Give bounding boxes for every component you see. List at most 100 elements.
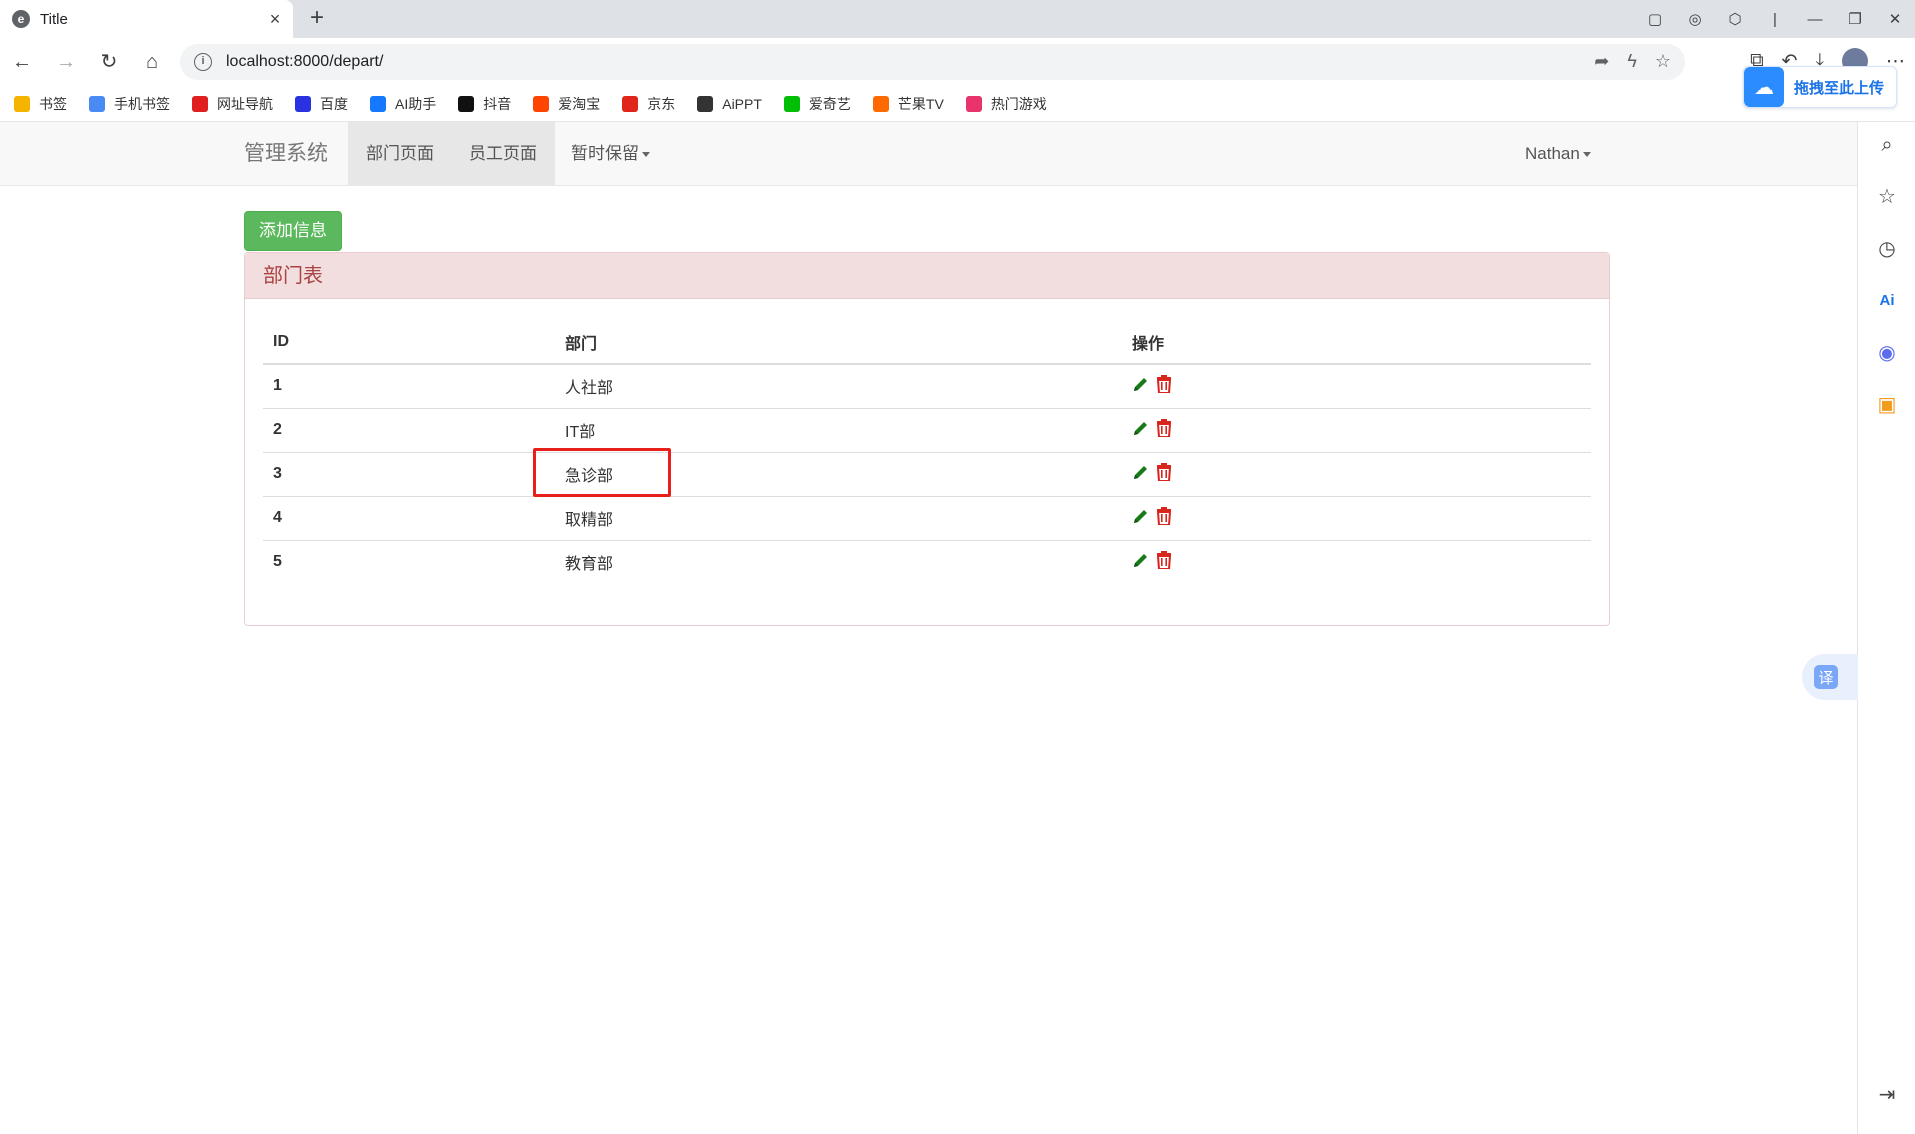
bookmark-item[interactable]: 爱奇艺 — [783, 94, 851, 114]
bookmark-item[interactable]: 手机书签 — [89, 94, 170, 114]
chevron-down-icon — [642, 152, 650, 158]
nav-depart[interactable]: 部门页面 — [348, 122, 452, 186]
cell-id: 3 — [263, 452, 555, 497]
bookmark-favicon-icon — [697, 95, 714, 112]
cell-id: 1 — [263, 364, 555, 409]
cell-depart-name: 取精部 — [555, 496, 1122, 541]
separator: | — [1773, 10, 1777, 28]
cell-id: 2 — [263, 408, 555, 453]
bookmark-favicon-icon — [192, 95, 208, 112]
cell-ops — [1122, 452, 1591, 497]
bookmark-label: AI助手 — [395, 95, 437, 112]
bookmark-favicon-icon — [14, 95, 30, 112]
extension-icon[interactable]: ⬡ — [1715, 10, 1755, 28]
table-row: 3 急诊部 — [263, 452, 1591, 497]
highlight-box — [533, 448, 671, 497]
table-header-row: ID 部门 操作 — [263, 321, 1591, 365]
bookmark-label: 百度 — [320, 95, 348, 112]
delete-icon[interactable] — [1156, 374, 1172, 398]
url-text[interactable]: localhost:8000/depart/ — [226, 53, 383, 71]
delete-icon[interactable] — [1156, 462, 1172, 486]
close-window-icon[interactable]: ✕ — [1875, 10, 1915, 28]
delete-icon[interactable] — [1156, 506, 1172, 530]
nav-reserved-dropdown[interactable]: 暂时保留 — [553, 122, 668, 186]
bookmark-label: 爱奇艺 — [808, 95, 851, 112]
forward-icon[interactable]: → — [52, 48, 80, 76]
bookmark-favicon-icon — [89, 95, 105, 112]
bookmark-item[interactable]: 抖音 — [458, 94, 511, 114]
back-icon[interactable]: ← — [8, 48, 36, 76]
table-row: 2 IT部 — [263, 408, 1591, 453]
bookmark-item[interactable]: 网址导航 — [192, 94, 273, 114]
cell-ops — [1122, 364, 1591, 409]
incognito-icon[interactable]: ◎ — [1675, 10, 1715, 28]
tab-bar: e Title × + ▢ ◎ ⬡ | — ❐ ✕ — [0, 0, 1915, 38]
collapse-icon[interactable]: ⇥ — [1874, 1082, 1900, 1108]
bookmark-label: 网址导航 — [217, 95, 273, 112]
maximize-icon[interactable]: ❐ — [1835, 10, 1875, 28]
cell-depart-name: 教育部 — [565, 556, 614, 574]
window-controls: ▢ ◎ ⬡ | — ❐ ✕ — [1635, 0, 1915, 38]
depart-panel: 部门表 ID 部门 操作 1 人社部 2 IT部 3 急诊部 4 取精部 5 教育部 — [244, 252, 1610, 626]
new-tab-button[interactable]: + — [304, 6, 330, 32]
clock-icon[interactable]: ◷ — [1874, 236, 1900, 262]
cloud-icon: ☁ — [1744, 67, 1784, 107]
search-icon[interactable]: ⌕ — [1874, 132, 1900, 158]
bookmark-label: 芒果TV — [897, 95, 944, 112]
bookmark-item[interactable]: 京东 — [622, 94, 675, 114]
site-info-icon[interactable]: i — [194, 53, 212, 71]
bookmark-item[interactable]: 芒果TV — [872, 94, 944, 114]
share-icon[interactable]: ➦ — [1594, 51, 1609, 72]
bookmark-item[interactable]: 爱淘宝 — [533, 94, 600, 114]
nav-employee[interactable]: 员工页面 — [451, 122, 555, 186]
table-row: 1 人社部 — [263, 364, 1591, 409]
bookmark-favicon-icon — [965, 95, 982, 112]
tab-title: Title — [40, 10, 68, 28]
minimize-icon[interactable]: — — [1795, 11, 1835, 28]
upload-dropzone[interactable]: ☁ 拖拽至此上传 — [1743, 66, 1897, 108]
bookmark-favicon-icon — [783, 95, 800, 112]
nav-reserved-label: 暂时保留 — [571, 144, 639, 163]
browser-toolbar: ← → ↻ ⌂ i localhost:8000/depart/ ➦ ϟ ☆ ⧉… — [0, 38, 1915, 86]
user-dropdown[interactable]: Nathan — [1507, 122, 1609, 186]
panel-title: 部门表 — [245, 253, 1609, 299]
star-icon[interactable]: ☆ — [1874, 184, 1900, 210]
browser-tab[interactable]: e Title × — [0, 0, 293, 38]
cell-depart-name: IT部 — [555, 408, 1122, 453]
address-bar[interactable]: i localhost:8000/depart/ ➦ ϟ ☆ — [180, 44, 1685, 80]
translate-icon: 译 — [1814, 665, 1838, 689]
reader-icon[interactable]: ▢ — [1635, 10, 1675, 28]
add-info-button[interactable]: 添加信息 — [244, 211, 342, 251]
translate-float-button[interactable]: 译 — [1802, 654, 1858, 700]
cell-id: 5 — [273, 553, 282, 571]
bookmark-favicon-icon — [533, 95, 550, 112]
reload-icon[interactable]: ↻ — [95, 48, 123, 76]
bookmark-item[interactable]: 百度 — [295, 94, 348, 114]
delete-icon[interactable] — [1156, 418, 1172, 442]
ai-icon[interactable]: Ai — [1874, 288, 1900, 314]
edit-icon[interactable] — [1132, 419, 1150, 442]
edit-icon[interactable] — [1132, 463, 1150, 486]
tab-close-icon[interactable]: × — [265, 9, 285, 30]
bookmark-favicon-icon — [872, 95, 889, 112]
edit-icon[interactable] — [1132, 551, 1150, 574]
bookmark-label: 书签 — [39, 95, 67, 112]
edit-icon[interactable] — [1132, 507, 1150, 530]
bookmark-star-icon[interactable]: ☆ — [1655, 51, 1671, 72]
header-id: ID — [263, 321, 555, 365]
delete-icon[interactable] — [1156, 550, 1172, 574]
bookmark-item[interactable]: 书签 — [14, 94, 67, 114]
briefcase-icon[interactable]: ▣ — [1874, 392, 1900, 418]
bookmark-favicon-icon — [295, 95, 311, 112]
brand-title[interactable]: 管理系统 — [244, 122, 328, 186]
home-icon[interactable]: ⌂ — [138, 48, 166, 76]
bookmark-item[interactable]: AiPPT — [697, 95, 762, 112]
bookmark-item[interactable]: 热门游戏 — [965, 94, 1047, 114]
bookmark-favicon-icon — [458, 95, 475, 112]
gamepad-icon[interactable]: ◉ — [1874, 340, 1900, 366]
edit-icon[interactable] — [1132, 375, 1150, 398]
chevron-down-icon — [1582, 152, 1591, 158]
bookmark-label: 抖音 — [483, 95, 512, 112]
lightning-icon[interactable]: ϟ — [1627, 51, 1637, 72]
bookmark-item[interactable]: AI助手 — [370, 94, 436, 114]
